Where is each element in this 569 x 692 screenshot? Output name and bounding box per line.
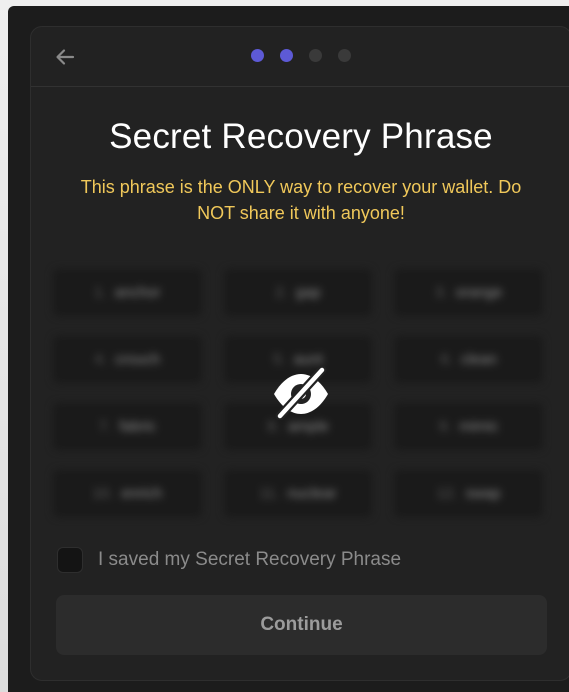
phrase-word-cell: 3. orange <box>394 269 543 316</box>
onboarding-card: Secret Recovery Phrase This phrase is th… <box>30 26 569 681</box>
reveal-phrase-button[interactable] <box>268 364 334 420</box>
phrase-word-text: anchor <box>114 284 161 301</box>
phrase-word-cell: 10. enrich <box>53 470 202 517</box>
phrase-word-number: 11. <box>259 485 280 502</box>
continue-button[interactable]: Continue <box>56 595 547 655</box>
phrase-word-number: 7. <box>98 418 112 435</box>
phrase-word-number: 3. <box>435 284 448 301</box>
saved-checkbox-label[interactable]: I saved my Secret Recovery Phrase <box>98 549 401 571</box>
step-dot <box>280 49 293 62</box>
warning-text: This phrase is the ONLY way to recover y… <box>80 177 522 223</box>
phrase-word-number: 2. <box>275 284 288 301</box>
phrase-word-text: mimic <box>459 418 499 435</box>
phrase-word-cell: 9. mimic <box>394 403 543 450</box>
step-progress <box>31 49 569 62</box>
eye-slash-icon <box>274 365 328 420</box>
phrase-word-cell: 2. gap <box>223 269 373 316</box>
phrase-word-cell: 6. clean <box>394 336 543 383</box>
phrase-word-number: 12. <box>436 485 458 502</box>
step-dot <box>309 49 322 62</box>
phrase-word-number: 9. <box>438 418 452 435</box>
phrase-word-cell: 12. swap <box>394 470 543 517</box>
phrase-word-cell: 4. crouch <box>53 336 202 383</box>
saved-confirmation[interactable]: I saved my Secret Recovery Phrase <box>57 547 401 573</box>
extension-panel: Secret Recovery Phrase This phrase is th… <box>8 6 569 692</box>
phrase-word-text: crouch <box>115 351 161 368</box>
phrase-word-number: 8. <box>267 418 280 435</box>
page-title: Secret Recovery Phrase <box>109 117 493 156</box>
phrase-word-text: clean <box>460 351 497 368</box>
step-dot <box>338 49 351 62</box>
phrase-word-number: 1. <box>94 284 107 301</box>
saved-checkbox[interactable] <box>57 547 83 573</box>
phrase-word-text: orange <box>455 284 503 301</box>
phrase-word-text: enrich <box>121 485 163 502</box>
phrase-word-text: nuclear <box>287 485 337 502</box>
phrase-word-number: 10. <box>92 485 114 502</box>
phrase-word-cell: 11. nuclear <box>223 470 373 517</box>
phrase-word-text: fabric <box>119 418 156 435</box>
phrase-word-number: 6. <box>440 351 453 368</box>
card-header <box>31 27 569 87</box>
phrase-word-number: 4. <box>94 351 108 368</box>
phrase-word-text: ample <box>287 418 329 435</box>
phrase-word-cell: 7. fabric <box>53 403 202 450</box>
phrase-word-text: swap <box>465 485 501 502</box>
phrase-word-cell: 1. anchor <box>53 269 202 316</box>
phrase-word-text: gap <box>295 284 321 301</box>
step-dot <box>251 49 264 62</box>
